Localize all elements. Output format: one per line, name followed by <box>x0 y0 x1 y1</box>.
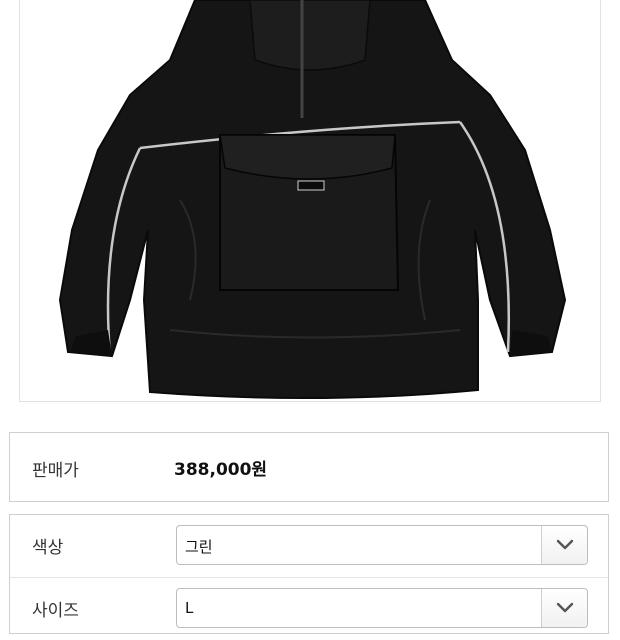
color-label: 색상 <box>32 538 64 558</box>
size-option-row: 사이즈 L <box>10 578 608 640</box>
size-label: 사이즈 <box>32 601 79 621</box>
price-value: 388,000원 <box>174 460 268 480</box>
price-label: 판매가 <box>32 461 79 481</box>
size-select[interactable]: L <box>176 588 588 628</box>
chevron-down-icon[interactable] <box>541 589 587 627</box>
price-section: 판매가 388,000원 <box>9 432 609 502</box>
options-section: 색상 그린 사이즈 L <box>9 514 609 634</box>
product-image <box>19 0 601 402</box>
color-select[interactable]: 그린 <box>176 525 588 565</box>
color-selected-value: 그린 <box>185 538 213 556</box>
jacket-illustration <box>58 0 567 400</box>
size-selected-value: L <box>185 599 194 617</box>
color-option-row: 색상 그린 <box>10 515 608 578</box>
chevron-down-icon[interactable] <box>541 526 587 564</box>
